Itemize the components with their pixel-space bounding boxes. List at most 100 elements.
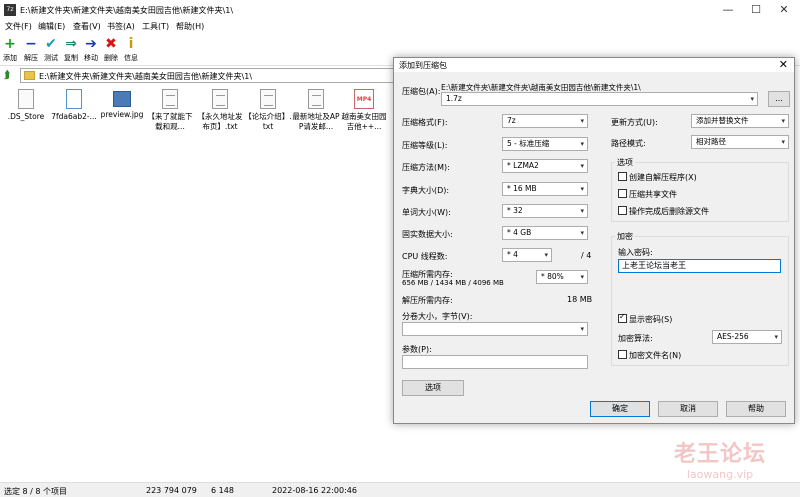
menu-file[interactable]: 文件(F) [5, 21, 32, 32]
address-bar: ⮭ E:\新建文件夹\新建文件夹\越南美女田园吉他\新建文件夹\1\ [0, 67, 400, 84]
checkbox-checked [618, 312, 627, 323]
chevron-down-icon: ▾ [544, 251, 548, 259]
status-packed: 6 148 [211, 486, 234, 495]
level-label: 压缩等级(L): [402, 141, 448, 150]
info-label: 信息 [124, 54, 138, 62]
file-name: 7fda6ab2-... [51, 112, 97, 121]
app-icon: 7z [4, 4, 16, 16]
checkbox-box [618, 206, 627, 215]
menu-edit[interactable]: 编辑(E) [38, 21, 65, 32]
move-label: 移动 [84, 54, 98, 62]
encryption-method-value: AES-256 [717, 332, 749, 341]
maximize-button[interactable]: ☐ [742, 2, 770, 18]
window-title: E:\新建文件夹\新建文件夹\越南美女田园吉他\新建文件夹\1\ [20, 6, 234, 15]
dictionary-select[interactable]: * 16 MB ▾ [502, 182, 588, 196]
delete-after-checkbox[interactable]: 操作完成后删除源文件 [618, 206, 709, 217]
encryption-method-select[interactable]: AES-256 ▾ [712, 330, 782, 344]
cpu-threads-value: * 4 [507, 250, 518, 259]
delete-button[interactable]: ✖ 删除 [101, 34, 121, 63]
encrypt-names-checkbox[interactable]: 加密文件名(N) [618, 350, 681, 361]
delete-label: 删除 [104, 54, 118, 62]
minimize-button[interactable]: — [714, 2, 742, 18]
file-name: 【永久地址发布页】.txt [197, 112, 243, 131]
show-password-checkbox[interactable]: 显示密码(S) [618, 312, 672, 325]
file-list: .DS_Store 7fda6ab2-... preview.jpg 【来了就能… [0, 85, 395, 480]
watermark-text: 老王论坛 [673, 442, 766, 467]
archive-name-combo[interactable]: 1.7z ▾ [441, 92, 758, 106]
file-name: 越南美女田园吉他++... [341, 112, 387, 131]
file-item[interactable]: 7fda6ab2-... [50, 85, 98, 122]
chevron-down-icon: ▾ [580, 325, 584, 333]
add-button[interactable]: + 添加 [0, 34, 20, 63]
menu-tools[interactable]: 工具(T) [142, 21, 169, 32]
test-icon: ✔ [45, 36, 57, 52]
archive-name: 1.7z [446, 94, 462, 103]
menu-bookmarks[interactable]: 书签(A) [107, 21, 135, 32]
word-size-select[interactable]: * 32 ▾ [502, 204, 588, 218]
dialog-title: 添加到压缩包 [399, 61, 447, 70]
chevron-down-icon: ▾ [580, 117, 584, 125]
file-item[interactable]: 【论坛介绍】.txt [244, 85, 292, 132]
chevron-down-icon: ▾ [781, 117, 785, 125]
method-select[interactable]: * LZMA2 ▾ [502, 159, 588, 173]
chevron-down-icon: ▾ [774, 333, 778, 341]
file-item[interactable]: preview.jpg [98, 85, 146, 120]
extract-button[interactable]: − 解压 [21, 34, 41, 63]
update-mode-select[interactable]: 添加并替换文件 ▾ [691, 114, 789, 128]
dialog-close-icon[interactable]: ✕ [779, 58, 788, 71]
menu-view[interactable]: 查看(V) [73, 21, 101, 32]
chevron-down-icon: ▾ [580, 140, 584, 148]
status-date: 2022-08-16 22:00:46 [272, 486, 357, 495]
add-label: 添加 [3, 54, 17, 62]
folder-icon [24, 71, 35, 80]
memory-detail: 656 MB / 1434 MB / 4096 MB [402, 279, 504, 287]
options-button[interactable]: 选项 [402, 380, 464, 396]
help-button[interactable]: 帮助 [726, 401, 786, 417]
file-item[interactable]: MP4 越南美女田园吉他++... [340, 85, 388, 132]
volume-size-combo[interactable]: ▾ [402, 322, 588, 336]
file-name: 最新地址及APP请发邮... [292, 112, 340, 131]
options-group-label: 选项 [615, 157, 635, 168]
format-select[interactable]: 7z ▾ [502, 114, 588, 128]
file-item[interactable]: 【来了就能下载和观... [146, 85, 194, 132]
file-item[interactable]: 【永久地址发布页】.txt [196, 85, 244, 132]
create-sfx-label: 创建自解压程序(X) [629, 173, 697, 182]
copy-button[interactable]: ⇒ 复制 [61, 34, 81, 63]
cancel-button[interactable]: 取消 [658, 401, 718, 417]
password-input[interactable]: 上老王论坛当老王 [618, 259, 781, 273]
create-sfx-checkbox[interactable]: 创建自解压程序(X) [618, 172, 697, 183]
solid-block-value: * 4 GB [507, 228, 532, 237]
watermark: 老王论坛 laowang.vip [650, 436, 790, 481]
dialog-titlebar: 添加到压缩包 ✕ [394, 58, 794, 72]
chevron-down-icon: ▾ [580, 229, 584, 237]
info-button[interactable]: i 信息 [121, 34, 141, 63]
path-mode-value: 相对路径 [696, 137, 726, 146]
address-input[interactable]: E:\新建文件夹\新建文件夹\越南美女田园吉他\新建文件夹\1\ [20, 68, 400, 83]
cpu-threads-total: / 4 [581, 251, 592, 260]
archive-label: 压缩包(A): [402, 87, 441, 96]
word-size-value: * 32 [507, 206, 523, 215]
up-folder-icon[interactable]: ⮭ [4, 69, 16, 81]
parameters-input[interactable] [402, 355, 588, 369]
text-file-icon [212, 89, 228, 109]
move-button[interactable]: ➔ 移动 [81, 34, 101, 63]
encryption-group-label: 加密 [615, 231, 635, 242]
file-item[interactable]: 最新地址及APP请发邮... [292, 85, 340, 132]
watermark-url: laowang.vip [686, 468, 754, 481]
cpu-threads-select[interactable]: * 4 ▾ [502, 248, 552, 262]
path-mode-select[interactable]: 相对路径 ▾ [691, 135, 789, 149]
memory-usage-select[interactable]: * 80% ▾ [536, 270, 588, 284]
close-button[interactable]: ✕ [770, 2, 798, 18]
extract-icon: − [25, 36, 37, 52]
test-button[interactable]: ✔ 测试 [41, 34, 61, 63]
menu-help[interactable]: 帮助(H) [176, 21, 204, 32]
solid-block-select[interactable]: * 4 GB ▾ [502, 226, 588, 240]
compress-shared-checkbox[interactable]: 压缩共享文件 [618, 189, 677, 200]
browse-button[interactable]: ... [768, 91, 790, 107]
add-to-archive-dialog: 添加到压缩包 ✕ 压缩包(A): E:\新建文件夹\新建文件夹\越南美女田园吉他… [393, 57, 795, 424]
ok-button[interactable]: 确定 [590, 401, 650, 417]
file-item[interactable]: .DS_Store [2, 85, 50, 122]
level-select[interactable]: 5 - 标准压缩 ▾ [502, 137, 588, 151]
parameters-label: 参数(P): [402, 345, 432, 354]
level-value: 5 - 标准压缩 [507, 139, 550, 148]
